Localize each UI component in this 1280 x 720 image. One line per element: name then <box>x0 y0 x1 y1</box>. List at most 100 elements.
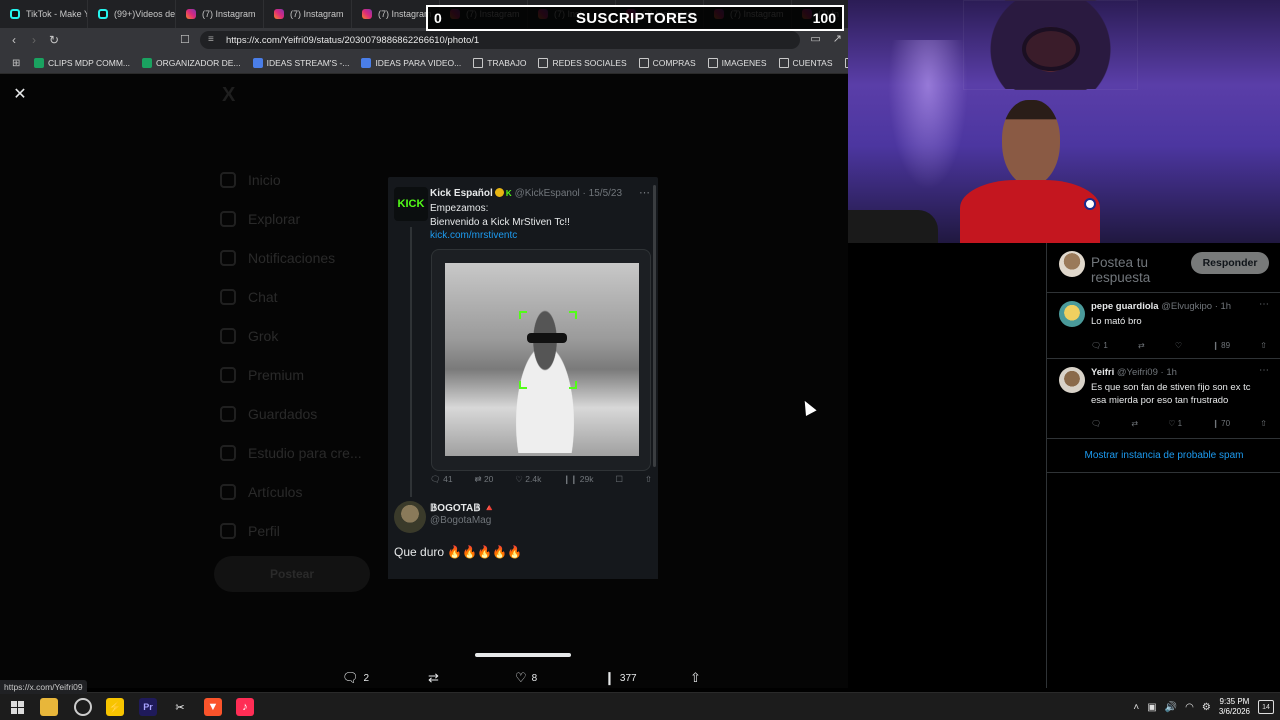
bookmark-item[interactable]: TRABAJO <box>467 57 532 68</box>
url-field[interactable]: ≡ https://x.com/Yeifri09/status/20300798… <box>200 31 800 49</box>
reply-item[interactable]: Yeifri @Yeifri09 · 1h ⋯ Es que son fan d… <box>1047 359 1280 439</box>
media-image[interactable]: KICK Kick Español K @KickEspanol · 15/5/23… <box>388 177 658 579</box>
bookmark-item[interactable]: COMPRAS <box>633 57 702 68</box>
x-sidebar-item[interactable]: Guardados <box>220 394 390 433</box>
reply-share-icon[interactable]: ⇧ <box>1260 419 1267 428</box>
reply-repost-icon[interactable]: ⇄ <box>1131 419 1138 428</box>
my-avatar <box>1059 251 1085 277</box>
x-sidebar-item[interactable]: Inicio <box>220 160 390 199</box>
apps-icon[interactable]: ⊞ <box>6 58 28 69</box>
reply-repost-icon[interactable]: ⇄ <box>1138 341 1145 350</box>
reply-views-icon[interactable]: ❙ 70 <box>1212 419 1230 428</box>
share-icon[interactable]: ↗ <box>833 32 842 45</box>
reply-heart-icon[interactable]: ♡ <box>1175 341 1182 350</box>
tweet-handle-date: @KickEspanol · 15/5/23 <box>514 188 623 199</box>
x-sidebar-item[interactable]: Premium <box>220 355 390 394</box>
browser-tab[interactable]: (99+)Videos de <box>88 0 176 28</box>
x-sidebar-item[interactable]: Estudio para cre... <box>220 433 390 472</box>
show-spam-link[interactable]: Mostrar instancia de probable spam <box>1047 439 1280 473</box>
settings-gear-icon[interactable]: ⚙ <box>1202 702 1211 713</box>
reply-count: 2 <box>363 672 370 684</box>
like-count: 8 <box>531 672 538 684</box>
bookmark-item[interactable]: IMAGENES <box>702 57 773 68</box>
x-sidebar-item[interactable]: Perfil <box>220 511 390 550</box>
responder-button[interactable]: Responder <box>1191 252 1269 274</box>
x-sidebar-item[interactable]: Chat <box>220 277 390 316</box>
sticky-app-icon[interactable]: ⚡ <box>106 698 124 716</box>
reply-item[interactable]: pepe guardiola @Elvugkipo · 1h ⋯ Lo mató… <box>1047 293 1280 359</box>
tiktok-live-icon[interactable]: ♪ <box>236 698 254 716</box>
post-button[interactable]: Postear <box>214 556 370 592</box>
kick-badge-icon: K <box>505 189 512 198</box>
reply-share-icon[interactable]: ⇧ <box>1260 341 1267 350</box>
site-settings-icon[interactable]: ≡ <box>208 34 214 45</box>
obs-icon[interactable] <box>74 698 92 716</box>
bookmark-item[interactable]: ORGANIZADOR DE... <box>136 57 247 68</box>
bookmark-label: IMAGENES <box>721 57 767 68</box>
network-icon[interactable]: ▣ <box>1147 702 1156 713</box>
tab-label: (7) Instagram <box>378 9 432 19</box>
reload-icon[interactable]: ↻ <box>44 28 64 52</box>
nav-icon <box>220 522 236 539</box>
reply-action[interactable]: 🗨 2 <box>342 670 369 686</box>
reply-input[interactable]: Postea tu respuesta <box>1091 255 1171 285</box>
repost-icon: ⇄ <box>428 670 439 685</box>
volume-icon[interactable]: 🔊 <box>1165 702 1177 713</box>
doc-icon <box>142 57 153 68</box>
share-up-icon: ⇧ <box>690 670 701 685</box>
brave-browser-icon[interactable]: ▼ <box>204 698 222 716</box>
like-action[interactable]: ♡ 8 <box>515 670 537 686</box>
tray-chevron-icon[interactable]: ˄ <box>1133 702 1139 713</box>
tweet-author-name: Kick Español <box>430 188 493 199</box>
premiere-icon[interactable]: Pr <box>139 698 157 716</box>
tab-label: (7) Instagram <box>290 9 344 19</box>
bookmark-item[interactable]: IDEAS STREAM'S -... <box>247 57 356 68</box>
instagram-icon <box>362 9 372 19</box>
webcam-feed <box>848 0 1280 243</box>
bookmarks-bar: ⊞ CLIPS MDP COMM... ORGANIZADOR DE... IDEA… <box>0 52 848 74</box>
bookmark-item[interactable]: IA <box>839 57 848 68</box>
media-pager-indicator <box>475 653 571 657</box>
views-icon: ❙ <box>604 670 615 685</box>
more-icon[interactable]: ⋯ <box>1259 299 1269 310</box>
reply-views-icon[interactable]: ❙ 89 <box>1212 341 1230 350</box>
x-logo-icon[interactable]: X <box>222 84 235 107</box>
notification-center-icon[interactable]: 14 <box>1258 700 1274 714</box>
reply-comment-icon[interactable]: 🗨 1 <box>1091 341 1108 350</box>
reply-meta: pepe guardiola @Elvugkipo · 1h <box>1091 301 1232 312</box>
bogota-avatar <box>394 501 426 533</box>
instagram-icon <box>274 9 284 19</box>
clock[interactable]: 9:35 PM 3/6/2026 <box>1219 697 1250 717</box>
x-sidebar-item[interactable]: Grok <box>220 316 390 355</box>
more-icon[interactable]: ⋯ <box>1259 365 1269 376</box>
x-sidebar-label: Guardados <box>248 405 318 422</box>
x-sidebar-item[interactable]: Explorar <box>220 199 390 238</box>
views-action[interactable]: ❙ 377 <box>604 670 637 686</box>
repost-action[interactable]: ⇄ <box>428 670 439 686</box>
bookmark-item[interactable]: CUENTAS <box>773 57 839 68</box>
wifi-icon[interactable]: ◠ <box>1185 702 1194 713</box>
bookmark-item[interactable]: CLIPS MDP COMM... <box>28 57 136 68</box>
x-photo-viewer: ✕ X Inicio Explorar Notificaciones Chat Grok… <box>0 74 848 688</box>
file-explorer-icon[interactable] <box>40 698 58 716</box>
browser-tab[interactable]: (7) Instagram <box>264 0 352 28</box>
x-sidebar-item[interactable]: Artículos <box>220 472 390 511</box>
forward-icon[interactable]: › <box>24 28 44 52</box>
bookmark-item[interactable]: IDEAS PARA VIDEO... <box>355 57 467 68</box>
taskbar: ⚡ Pr ✂ ▼ ♪ ˄ ▣ 🔊 ◠ ⚙ 9:35 PM 3/6/2026 14 <box>0 692 1280 720</box>
microphone <box>848 210 938 243</box>
share-action[interactable]: ⇧ <box>690 670 701 686</box>
x-sidebar-item[interactable]: Notificaciones <box>220 238 390 277</box>
browser-tab[interactable]: TikTok - Make Y <box>0 0 88 28</box>
x-sidebar-label: Explorar <box>248 210 301 227</box>
browser-tab[interactable]: (7) Instagram <box>176 0 264 28</box>
reply-comment-icon[interactable]: 🗨 <box>1091 419 1101 428</box>
cast-icon[interactable]: ▭ <box>810 32 820 45</box>
close-icon[interactable]: ✕ <box>10 84 30 104</box>
back-icon[interactable]: ‹ <box>4 28 24 52</box>
bookmark-icon[interactable]: ☐ <box>180 33 190 46</box>
capcut-icon[interactable]: ✂ <box>171 698 189 716</box>
reply-heart-icon[interactable]: ♡ 1 <box>1168 419 1182 428</box>
bookmark-item[interactable]: REDES SOCIALES <box>532 57 632 68</box>
windows-start-icon[interactable] <box>8 698 26 716</box>
